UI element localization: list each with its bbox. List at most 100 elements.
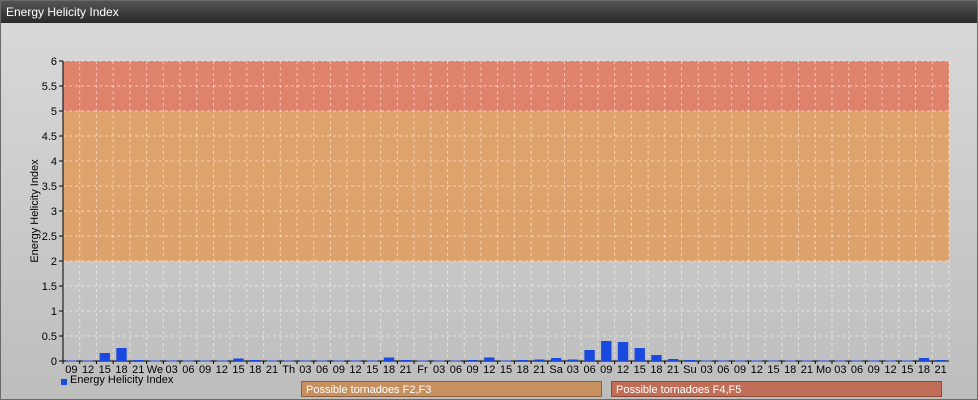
bar <box>467 360 478 361</box>
x-tick-label: 15 <box>500 364 512 376</box>
bar <box>768 360 779 362</box>
y-tick-label: 1 <box>51 306 57 318</box>
x-tick-label: 09 <box>333 364 345 376</box>
bar <box>935 360 946 361</box>
x-tick-label: 21 <box>667 364 679 376</box>
bar <box>383 357 395 361</box>
bar <box>601 341 612 361</box>
y-tick-label: 4 <box>51 156 57 168</box>
zone-label-f2-f3: Possible tornadoes F2,F3 <box>301 381 602 397</box>
bar <box>868 360 879 362</box>
x-tick-label: 03 <box>567 364 579 376</box>
y-tick-label: 3 <box>51 206 57 218</box>
x-tick-label: 06 <box>450 364 462 376</box>
bar <box>233 358 244 361</box>
y-axis-label: Energy Helicity Index <box>29 159 41 263</box>
x-tick-label: Sa <box>549 364 563 376</box>
y-tick-label: 0 <box>51 356 57 368</box>
bar <box>166 360 177 362</box>
x-tick-label: 21 <box>935 364 947 376</box>
x-tick-label: 15 <box>232 364 244 376</box>
bar <box>902 360 913 362</box>
x-tick-label: 09 <box>466 364 478 376</box>
bar <box>851 360 863 362</box>
bar <box>617 342 629 361</box>
x-tick-label: 12 <box>751 364 763 376</box>
y-tick-label: 5 <box>51 106 57 118</box>
x-tick-label: 06 <box>583 364 595 376</box>
bar <box>350 360 361 362</box>
y-tick-label: 1.5 <box>42 281 57 293</box>
bar <box>316 360 328 362</box>
bar <box>116 348 127 361</box>
y-tick-label: 5.5 <box>42 81 57 93</box>
bar <box>183 360 194 362</box>
bar <box>450 360 462 362</box>
legend-label: Energy Helicity Index <box>70 374 174 386</box>
x-tick-label: 12 <box>617 364 629 376</box>
bar <box>500 360 512 362</box>
bar <box>818 360 829 362</box>
x-tick-label: 18 <box>517 364 529 376</box>
bar <box>133 360 144 361</box>
bar <box>885 360 896 362</box>
bar <box>534 359 545 361</box>
y-tick-label: 3.5 <box>42 181 57 193</box>
y-tick-label: 4.5 <box>42 131 57 143</box>
chart-window: Energy Helicity Index 0 0.5 1 1.5 2 2.5 3 3.5 4 4… <box>0 0 978 400</box>
bar <box>734 360 746 362</box>
bar <box>801 360 813 362</box>
zone-label-f4-f5: Possible tornadoes F4,F5 <box>611 381 942 397</box>
bar <box>584 350 595 361</box>
bar <box>250 360 261 361</box>
x-tick-label: 09 <box>199 364 211 376</box>
legend-marker <box>61 379 67 385</box>
bar <box>433 360 445 362</box>
bar <box>216 360 227 362</box>
bar <box>400 360 411 361</box>
x-tick-label: Su <box>683 364 696 376</box>
x-tick-label: 09 <box>868 364 880 376</box>
bar <box>701 360 712 362</box>
x-tick-label: 15 <box>366 364 378 376</box>
bar <box>517 360 528 361</box>
bar <box>333 360 345 362</box>
x-tick-label: 18 <box>918 364 930 376</box>
bar <box>283 360 294 362</box>
bar <box>149 360 161 362</box>
x-tick-label: 21 <box>533 364 545 376</box>
x-tick-label: 21 <box>801 364 813 376</box>
bar <box>82 360 94 362</box>
y-tick-label: 2 <box>51 256 57 268</box>
y-tick-label: 6 <box>51 56 57 68</box>
bar <box>835 360 846 362</box>
bar <box>567 359 579 361</box>
bar <box>300 360 311 362</box>
bar <box>751 360 762 362</box>
bar <box>918 358 930 361</box>
x-tick-label: 03 <box>433 364 445 376</box>
x-tick-label: 12 <box>349 364 361 376</box>
bar <box>651 355 662 361</box>
x-tick-label: Fr <box>417 364 428 376</box>
bar <box>550 358 562 361</box>
x-tick-label: 18 <box>650 364 662 376</box>
bar <box>367 360 378 362</box>
x-tick-label: 18 <box>249 364 261 376</box>
x-tick-label: 12 <box>884 364 896 376</box>
bar <box>718 360 729 362</box>
x-tick-label: 06 <box>717 364 729 376</box>
x-tick-label: 03 <box>299 364 311 376</box>
x-tick-label: 09 <box>600 364 612 376</box>
bar <box>66 360 77 362</box>
x-tick-label: 03 <box>700 364 712 376</box>
x-tick-label: 15 <box>634 364 646 376</box>
x-tick-label: 06 <box>316 364 328 376</box>
x-tick-label: 09 <box>734 364 746 376</box>
x-tick-label: 12 <box>483 364 495 376</box>
bar <box>634 348 645 361</box>
bar <box>266 360 278 362</box>
x-tick-label: 18 <box>383 364 395 376</box>
x-tick-label: 03 <box>834 364 846 376</box>
bar <box>99 353 110 361</box>
